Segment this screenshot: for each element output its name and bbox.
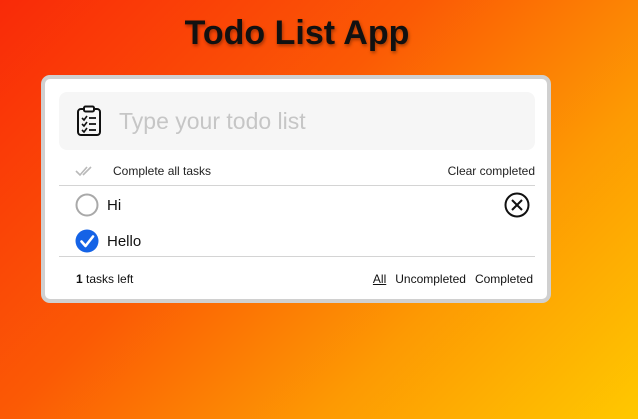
todo-item-text: Hello [107,232,142,250]
clear-completed-button[interactable]: Clear completed [448,164,535,178]
todo-item-text: Hi [107,196,122,214]
filter-uncompleted[interactable]: Uncompleted [395,272,466,286]
tasks-left-counter: 1 tasks left [76,272,133,286]
tasks-left-count: 1 [76,272,83,286]
filter-all[interactable]: All [373,272,386,286]
todo-card: Complete all tasks Clear completed Hi He… [41,75,551,303]
clipboard-list-icon [76,105,102,137]
divider [59,185,535,186]
todo-input[interactable] [119,107,519,135]
tasks-left-label: tasks left [82,272,134,286]
todo-item[interactable]: Hello [59,226,535,256]
double-check-icon[interactable] [75,164,97,178]
complete-all-tasks-button[interactable]: Complete all tasks [113,164,211,178]
unchecked-circle-icon[interactable] [75,193,99,217]
filter-group: All Uncompleted Completed [373,272,533,286]
divider [59,256,535,257]
filter-completed[interactable]: Completed [475,272,533,286]
toolbar: Complete all tasks Clear completed [59,160,535,182]
page-title: Todo List App [184,14,410,52]
footer: 1 tasks left All Uncompleted Completed [59,269,535,289]
delete-icon[interactable] [503,191,531,219]
todo-input-bar [59,92,535,150]
checked-circle-icon[interactable] [75,229,99,253]
todo-item[interactable]: Hi [59,190,535,220]
